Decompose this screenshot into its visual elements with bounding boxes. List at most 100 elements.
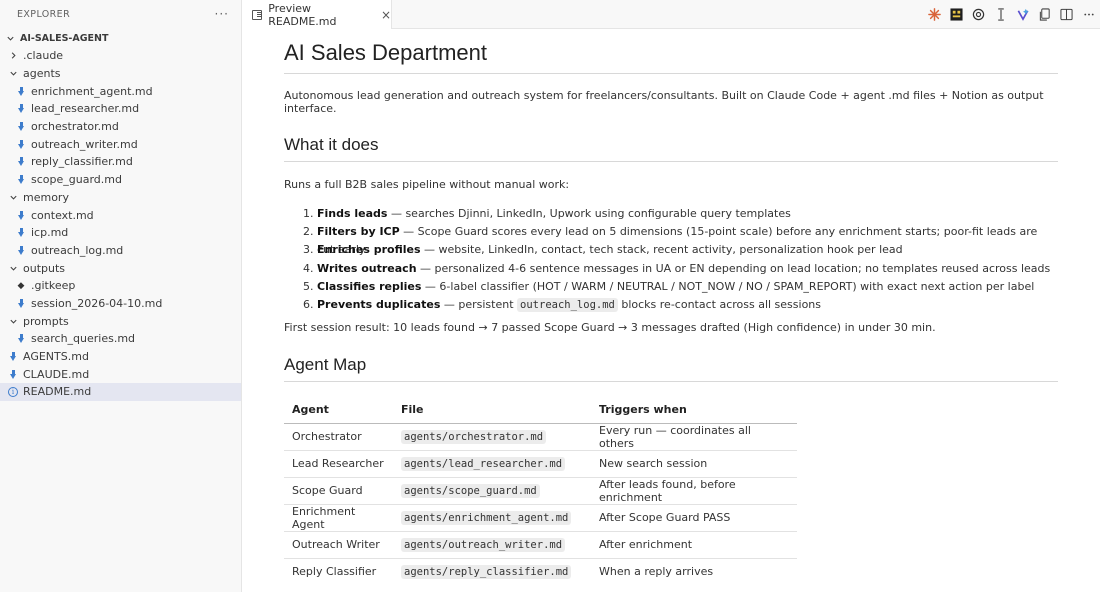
feature-list: Finds leads — searches Djinni, LinkedIn,… <box>317 205 1058 314</box>
explorer-sidebar: EXPLORER ··· AI-SALES-AGENT .claude agent… <box>0 0 242 592</box>
tree-item-label: outputs <box>23 261 66 275</box>
explorer-header: EXPLORER ··· <box>0 0 241 28</box>
table-cell: Outreach Writer <box>284 531 393 559</box>
table-cell: New search session <box>591 450 797 478</box>
inline-code: outreach_log.md <box>517 297 618 312</box>
tree-file[interactable]: icp.md <box>0 224 241 242</box>
table-cell: Reply Classifier <box>292 565 377 579</box>
explorer-more-icon[interactable]: ··· <box>215 7 229 21</box>
tree-folder[interactable]: agents <box>0 65 241 83</box>
copy-icon[interactable] <box>1037 7 1052 22</box>
markdown-file-icon <box>15 298 27 308</box>
table-header-row: Agent File Triggers when <box>284 397 797 424</box>
tree-item-label: memory <box>23 190 69 204</box>
table-cell: Lead Researcher <box>284 450 393 478</box>
terminal-icon[interactable] <box>949 7 964 22</box>
table-cell: agents/lead_researcher.md <box>393 450 591 478</box>
tree-file[interactable]: enrichment_agent.md <box>0 82 241 100</box>
split-editor-icon[interactable] <box>1059 7 1074 22</box>
more-icon[interactable] <box>1081 7 1096 22</box>
tree-file[interactable]: scope_guard.md <box>0 171 241 189</box>
tree-item-label: reply_classifier.md <box>31 155 133 169</box>
inline-code: agents/enrichment_agent.md <box>401 511 572 526</box>
tree-item-label: CLAUDE.md <box>23 367 90 381</box>
table-row: Lead Researcher agents/lead_researcher.md… <box>284 450 797 478</box>
page-title: AI Sales Department <box>284 40 1058 74</box>
tree-item-label: agents <box>23 67 61 81</box>
tree-item-label: scope_guard.md <box>31 173 122 187</box>
tree-file[interactable]: AGENTS.md <box>0 348 241 366</box>
tree-file[interactable]: search_queries.md <box>0 330 241 348</box>
tree-item-label: lead_researcher.md <box>31 102 140 116</box>
list-item: Filters by ICP — Scope Guard scores ever… <box>317 223 1058 256</box>
tree-folder[interactable]: memory <box>0 189 241 207</box>
chevron-right-icon <box>7 51 19 60</box>
intro-paragraph: Autonomous lead generation and outreach … <box>284 89 1044 115</box>
agent-map-table: Agent File Triggers when Orchestrator age… <box>284 397 797 585</box>
tree-file[interactable]: i README.md <box>0 383 241 401</box>
ai-sparkle-icon[interactable] <box>1015 7 1030 22</box>
heading-what-it-does: What it does <box>284 135 1058 162</box>
table-cell: After enrichment <box>591 531 797 559</box>
tree-item-label: session_2026-04-10.md <box>31 296 163 310</box>
info-file-icon: i <box>7 386 19 397</box>
chevron-down-icon <box>7 69 19 78</box>
table-cell: agents/reply_classifier.md <box>393 558 591 585</box>
runs-paragraph: Runs a full B2B sales pipeline without m… <box>284 178 570 191</box>
claude-icon[interactable] <box>927 7 942 22</box>
tree-file[interactable]: outreach_writer.md <box>0 135 241 153</box>
tree-file[interactable]: ◆ .gitkeep <box>0 277 241 295</box>
column-header: Triggers when <box>591 397 797 424</box>
chevron-down-icon <box>7 264 19 273</box>
tree-folder[interactable]: outputs <box>0 259 241 277</box>
tree-file[interactable]: session_2026-04-10.md <box>0 295 241 313</box>
preview-icon <box>252 9 263 20</box>
table-row: Outreach Writer agents/outreach_writer.md… <box>284 531 797 559</box>
editor-tab-bar: Preview README.md × <box>242 0 1100 29</box>
markdown-file-icon <box>15 139 27 149</box>
column-header: Agent <box>284 397 393 424</box>
table-cell: When a reply arrives <box>599 565 714 579</box>
table-row: Reply Classifier agents/reply_classifier.… <box>284 558 797 585</box>
table-cell: Every run — coordinates all others <box>591 423 797 451</box>
tree-item-label: .gitkeep <box>31 279 76 293</box>
table-cell: Scope Guard <box>284 477 393 505</box>
inline-code: agents/orchestrator.md <box>401 430 547 445</box>
list-item: Classifies replies — 6-label classifier … <box>317 278 1058 296</box>
markdown-file-icon <box>7 369 19 379</box>
text-cursor-icon[interactable] <box>993 7 1008 22</box>
table-cell: After Scope Guard PASS <box>591 504 797 532</box>
inline-code: agents/lead_researcher.md <box>401 457 566 472</box>
tree-item-label: context.md <box>31 208 94 222</box>
markdown-file-icon <box>15 245 27 255</box>
openai-icon[interactable] <box>971 7 986 22</box>
tree-file[interactable]: lead_researcher.md <box>0 100 241 118</box>
heading-agent-map: Agent Map <box>284 355 1058 383</box>
tree-file[interactable]: orchestrator.md <box>0 118 241 136</box>
tree-file[interactable]: outreach_log.md <box>0 242 241 260</box>
file-tree: .claude agents enrichment_agent.md lead_res… <box>0 47 241 401</box>
markdown-file-icon <box>7 352 19 362</box>
tab-preview-readme[interactable]: Preview README.md × <box>242 0 392 29</box>
chevron-down-icon <box>7 193 19 202</box>
tree-folder[interactable]: .claude <box>0 47 241 65</box>
tree-file[interactable]: context.md <box>0 206 241 224</box>
list-item: Writes outreach — personalized 4-6 sente… <box>317 260 1058 278</box>
table-cell: Enrichment Agent <box>284 504 393 532</box>
table-row: Enrichment Agent agents/enrichment_agent.… <box>284 504 797 532</box>
tree-item-label: README.md <box>23 385 92 399</box>
tree-file[interactable]: CLAUDE.md <box>0 365 241 383</box>
markdown-file-icon <box>15 104 27 114</box>
root-folder-label: AI-SALES-AGENT <box>20 32 109 44</box>
tree-item-label: outreach_log.md <box>31 243 124 257</box>
markdown-file-icon <box>15 122 27 132</box>
result-paragraph: First session result: 10 leads found → 7… <box>284 321 936 335</box>
close-icon[interactable]: × <box>381 8 391 22</box>
root-folder[interactable]: AI-SALES-AGENT <box>0 29 241 47</box>
table-cell: agents/outreach_writer.md <box>393 531 591 559</box>
markdown-file-icon <box>15 86 27 96</box>
table-row: Orchestrator agents/orchestrator.md Every … <box>284 423 797 451</box>
markdown-file-icon <box>15 228 27 238</box>
tree-folder[interactable]: prompts <box>0 312 241 330</box>
tree-file[interactable]: reply_classifier.md <box>0 153 241 171</box>
